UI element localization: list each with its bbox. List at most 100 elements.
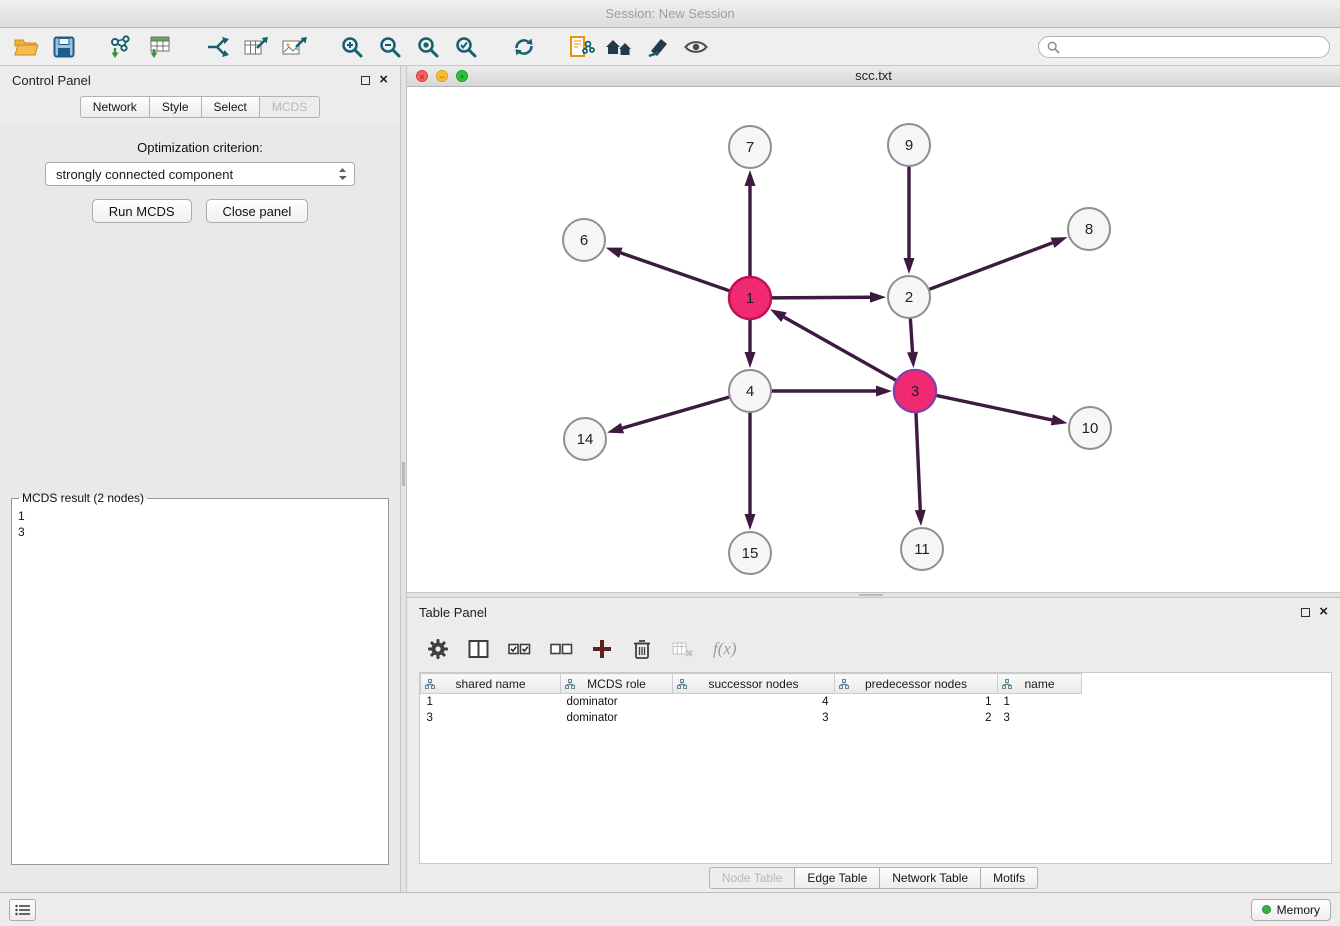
graph-node-label-11: 11 bbox=[914, 541, 930, 558]
window-close-icon[interactable]: × bbox=[416, 70, 428, 82]
close-table-panel-icon[interactable]: × bbox=[1319, 607, 1328, 617]
column-header-mcds-role[interactable]: MCDS role bbox=[561, 674, 673, 694]
search-field-wrap bbox=[1038, 36, 1330, 58]
column-header-name[interactable]: name bbox=[998, 674, 1082, 694]
graph-edge-arrowhead bbox=[915, 510, 926, 526]
delete-table-button[interactable] bbox=[672, 640, 694, 658]
tab-style[interactable]: Style bbox=[149, 96, 202, 118]
search-input[interactable] bbox=[1038, 36, 1330, 58]
window-minimize-icon[interactable]: − bbox=[436, 70, 448, 82]
style-brush-button[interactable] bbox=[642, 32, 674, 62]
delete-table-icon bbox=[672, 640, 694, 658]
graph-node-label-9: 9 bbox=[905, 137, 913, 154]
control-panel: Control Panel × Network Style Select MCD… bbox=[0, 66, 400, 892]
checked-boxes-icon bbox=[508, 640, 531, 658]
table-row[interactable]: 1 dominator 4 1 1 bbox=[421, 694, 1082, 710]
graph-node-label-8: 8 bbox=[1085, 221, 1093, 238]
trash-icon bbox=[631, 638, 653, 660]
export-image-button[interactable] bbox=[278, 32, 310, 62]
function-builder-button[interactable]: f(x) bbox=[713, 639, 737, 659]
tab-motifs[interactable]: Motifs bbox=[980, 867, 1038, 889]
graph-node-label-4: 4 bbox=[746, 383, 754, 400]
columns-icon bbox=[468, 639, 489, 659]
graph-edge-3-11[interactable] bbox=[916, 412, 920, 510]
horizontal-splitter[interactable] bbox=[407, 592, 1340, 598]
hierarchy-icon bbox=[425, 679, 435, 689]
graph-edge-arrowhead bbox=[770, 309, 787, 322]
float-table-panel-icon[interactable] bbox=[1301, 608, 1310, 617]
graph-edge-4-14[interactable] bbox=[622, 397, 729, 428]
table-tabs: Node Table Edge Table Network Table Moti… bbox=[407, 864, 1340, 892]
zoom-fit-button[interactable] bbox=[412, 32, 444, 62]
zoom-in-button[interactable] bbox=[336, 32, 368, 62]
show-columns-button[interactable] bbox=[468, 639, 489, 659]
zoom-out-button[interactable] bbox=[374, 32, 406, 62]
graph-edge-arrowhead bbox=[904, 258, 915, 274]
zoom-selected-button[interactable] bbox=[450, 32, 482, 62]
export-table-button[interactable] bbox=[240, 32, 272, 62]
task-history-button[interactable] bbox=[9, 899, 36, 921]
network-canvas[interactable]: 7968124314101511 bbox=[407, 87, 1340, 592]
save-session-button[interactable] bbox=[48, 32, 80, 62]
hierarchy-icon bbox=[677, 679, 687, 689]
control-panel-title: Control Panel bbox=[12, 73, 91, 88]
vertical-splitter[interactable] bbox=[400, 66, 407, 892]
memory-button[interactable]: Memory bbox=[1251, 899, 1331, 921]
home-views-button[interactable] bbox=[604, 32, 636, 62]
graph-edge-2-8[interactable] bbox=[929, 243, 1053, 290]
graph-edge-arrowhead bbox=[1051, 237, 1068, 248]
graph-node-label-3: 3 bbox=[911, 383, 919, 400]
import-table-button[interactable] bbox=[144, 32, 176, 62]
import-table-icon bbox=[147, 35, 173, 59]
refresh-layout-button[interactable] bbox=[508, 32, 540, 62]
table-panel: Table Panel × bbox=[407, 598, 1340, 892]
mcds-result-line: 1 bbox=[18, 508, 382, 524]
show-hide-button[interactable] bbox=[680, 32, 712, 62]
table-row[interactable]: 3 dominator 3 2 3 bbox=[421, 710, 1082, 726]
graph-edge-3-1[interactable] bbox=[784, 317, 897, 381]
graph-edge-1-6[interactable] bbox=[621, 253, 730, 291]
graph-node-label-2: 2 bbox=[905, 289, 913, 306]
tab-network-table[interactable]: Network Table bbox=[879, 867, 981, 889]
close-panel-button[interactable]: Close panel bbox=[206, 199, 309, 223]
new-network-button[interactable] bbox=[202, 32, 234, 62]
tab-select[interactable]: Select bbox=[201, 96, 260, 118]
table-settings-button[interactable] bbox=[427, 638, 449, 660]
tab-mcds[interactable]: MCDS bbox=[259, 96, 320, 118]
hierarchy-icon bbox=[565, 679, 575, 689]
open-session-button[interactable] bbox=[10, 32, 42, 62]
graph-edge-arrowhead bbox=[745, 352, 756, 368]
select-all-columns-button[interactable] bbox=[508, 640, 531, 658]
tab-network[interactable]: Network bbox=[80, 96, 150, 118]
graph-edge-2-3[interactable] bbox=[910, 318, 912, 352]
hierarchy-icon bbox=[839, 679, 849, 689]
optimization-dropdown[interactable]: strongly connected component bbox=[45, 162, 355, 186]
export-image-icon bbox=[281, 35, 307, 59]
graph-edge-3-10[interactable] bbox=[936, 395, 1052, 420]
delete-column-button[interactable] bbox=[631, 638, 653, 660]
table-toolbar: f(x) bbox=[407, 626, 1340, 672]
graph-edge-1-2[interactable] bbox=[771, 297, 870, 298]
graph-edge-arrowhead bbox=[876, 386, 892, 397]
tab-node-table[interactable]: Node Table bbox=[709, 867, 796, 889]
column-header-successor-nodes[interactable]: successor nodes bbox=[673, 674, 835, 694]
graph-edge-arrowhead bbox=[745, 514, 756, 530]
save-session-icon bbox=[53, 36, 75, 58]
window-zoom-icon[interactable]: + bbox=[456, 70, 468, 82]
copy-style-icon bbox=[569, 35, 595, 59]
close-panel-icon[interactable]: × bbox=[379, 75, 388, 85]
import-network-icon bbox=[109, 35, 135, 59]
network-window: × − + scc.txt 7968124314101511 bbox=[407, 66, 1340, 592]
deselect-all-columns-button[interactable] bbox=[550, 640, 573, 658]
column-header-shared-name[interactable]: shared name bbox=[421, 674, 561, 694]
eye-icon bbox=[684, 36, 708, 58]
copy-style-button[interactable] bbox=[566, 32, 598, 62]
dropdown-value: strongly connected component bbox=[56, 167, 233, 182]
tab-edge-table[interactable]: Edge Table bbox=[794, 867, 880, 889]
run-mcds-button[interactable]: Run MCDS bbox=[92, 199, 192, 223]
new-network-icon bbox=[205, 35, 231, 59]
create-column-button[interactable] bbox=[592, 639, 612, 659]
column-header-predecessor-nodes[interactable]: predecessor nodes bbox=[835, 674, 998, 694]
import-network-button[interactable] bbox=[106, 32, 138, 62]
float-panel-icon[interactable] bbox=[361, 76, 370, 85]
